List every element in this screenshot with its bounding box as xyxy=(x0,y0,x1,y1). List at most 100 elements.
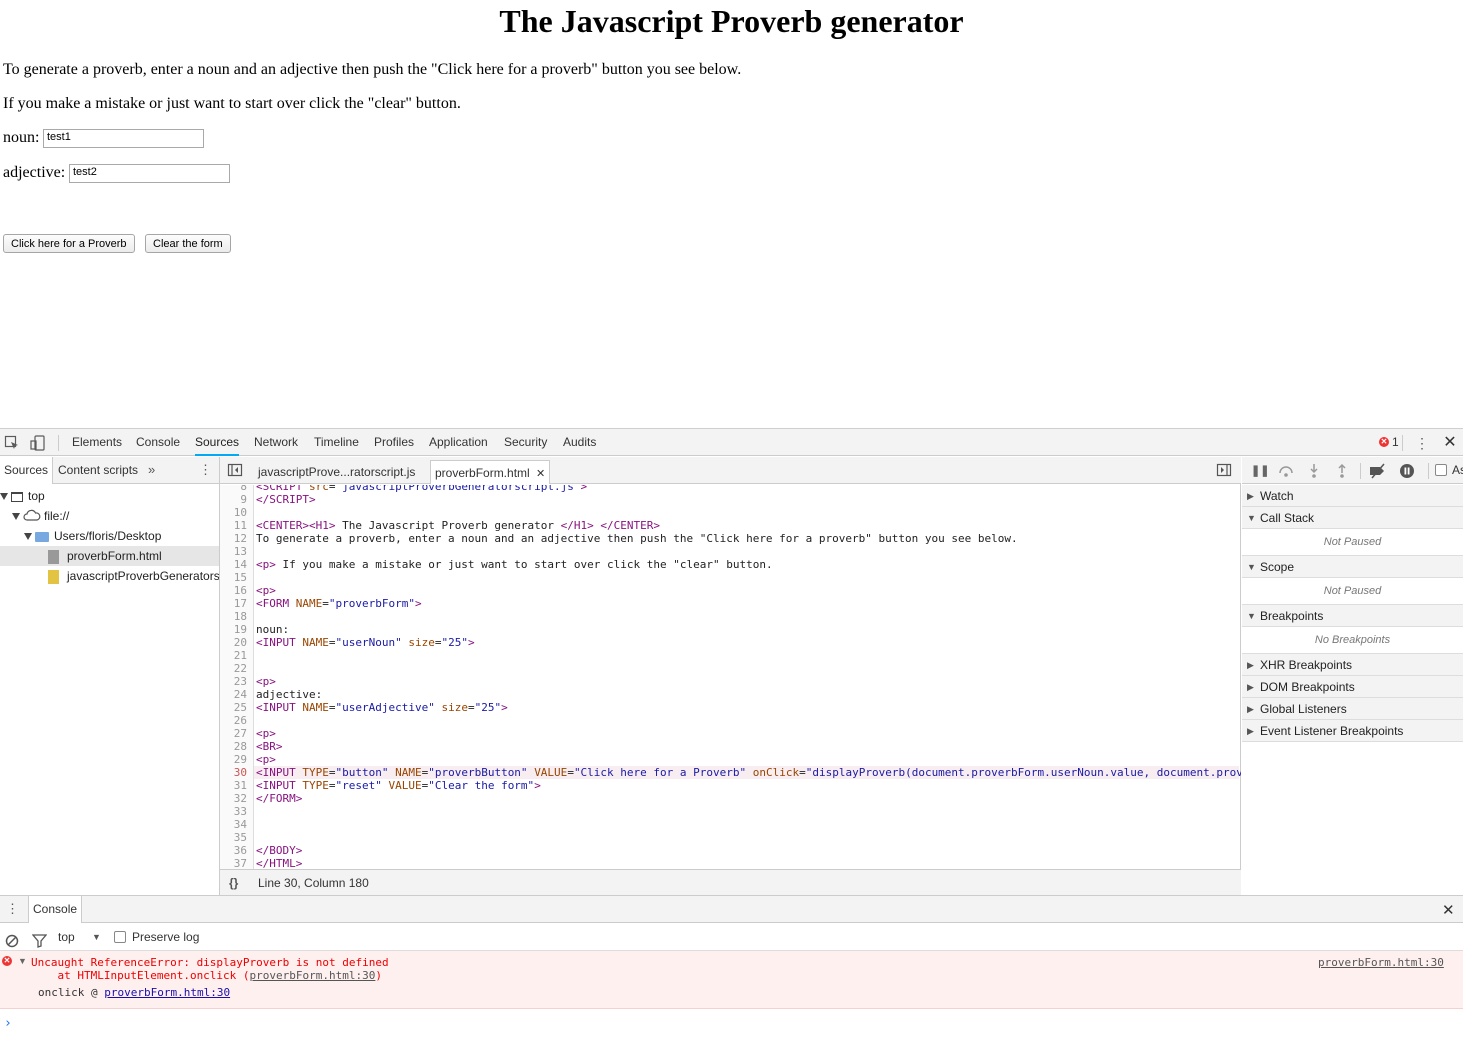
line-number[interactable]: 35 xyxy=(220,831,247,844)
line-number[interactable]: 10 xyxy=(220,506,247,519)
clear-button[interactable]: Clear the form xyxy=(145,234,231,253)
line-number[interactable]: 12 xyxy=(220,532,247,545)
line-number[interactable]: 13 xyxy=(220,545,247,558)
context-selector[interactable]: top xyxy=(58,923,75,951)
code-line: <p> xyxy=(256,584,276,597)
line-number[interactable]: 32 xyxy=(220,792,247,805)
expand-icon xyxy=(12,513,20,521)
device-mode-icon[interactable] xyxy=(30,435,46,451)
console-prompt-icon[interactable]: › xyxy=(4,1016,12,1031)
dom-breakpoints-pane-header[interactable]: ▶ DOM Breakpoints xyxy=(1242,676,1463,698)
line-number[interactable]: 27 xyxy=(220,727,247,740)
line-number[interactable]: 16 xyxy=(220,584,247,597)
line-number[interactable]: 24 xyxy=(220,688,247,701)
tree-item-script[interactable]: javascriptProverbGeneratorscript.js xyxy=(0,566,219,586)
call-stack-pane-header[interactable]: ▼ Call Stack xyxy=(1242,507,1463,529)
close-tab-icon[interactable]: ✕ xyxy=(536,468,545,480)
tab-console-drawer[interactable]: Console xyxy=(28,896,83,923)
tab-timeline[interactable]: Timeline xyxy=(314,429,359,456)
line-number[interactable]: 28 xyxy=(220,740,247,753)
code-view[interactable]: 8 9 10 11 12 13 14 15 16 17 18 19 20 21 22 23 24 25 26 27 28… xyxy=(220,485,1241,869)
line-number[interactable]: 14 xyxy=(220,558,247,571)
line-number[interactable]: 31 xyxy=(220,779,247,792)
error-counter[interactable]: ✕ 1 xyxy=(1379,435,1399,449)
line-number[interactable]: 34 xyxy=(220,818,247,831)
tree-item-origin[interactable]: file:// xyxy=(0,506,219,526)
dropdown-arrow-icon[interactable]: ▼ xyxy=(92,923,101,951)
toggle-navigator-icon[interactable] xyxy=(227,462,243,481)
source-editor: javascriptProve...ratorscript.js proverb… xyxy=(220,457,1241,895)
navigator-menu-icon[interactable]: ⋮ xyxy=(199,462,212,478)
event-listener-breakpoints-pane-header[interactable]: ▶ Event Listener Breakpoints xyxy=(1242,720,1463,742)
line-number[interactable]: 20 xyxy=(220,636,247,649)
pretty-print-icon[interactable]: {} xyxy=(229,870,238,896)
drawer-menu-icon[interactable]: ⋮ xyxy=(6,901,19,917)
line-number[interactable]: 15 xyxy=(220,571,247,584)
breakpoints-pane-header[interactable]: ▼ Breakpoints xyxy=(1242,605,1463,627)
deactivate-breakpoints-icon[interactable] xyxy=(1369,463,1385,479)
line-number[interactable]: 19 xyxy=(220,623,247,636)
tree-item-folder[interactable]: Users/floris/Desktop xyxy=(0,526,219,546)
step-out-icon[interactable] xyxy=(1334,463,1350,479)
close-drawer-icon[interactable]: ✕ xyxy=(1442,901,1455,919)
line-number[interactable]: 37 xyxy=(220,857,247,869)
line-number[interactable]: 33 xyxy=(220,805,247,818)
step-into-icon[interactable] xyxy=(1306,463,1322,479)
tab-security[interactable]: Security xyxy=(504,429,547,456)
line-number[interactable]: 26 xyxy=(220,714,247,727)
tab-network[interactable]: Network xyxy=(254,429,298,456)
line-number[interactable]: 21 xyxy=(220,649,247,662)
scope-pane-header[interactable]: ▼ Scope xyxy=(1242,556,1463,578)
line-number[interactable]: 25 xyxy=(220,701,247,714)
tab-sources[interactable]: Sources xyxy=(195,429,240,456)
more-tabs-icon[interactable]: » xyxy=(148,462,155,477)
tree-label: javascriptProverbGeneratorscript.js xyxy=(67,569,219,583)
line-number[interactable]: 36 xyxy=(220,844,247,857)
tree-item-proverbform[interactable]: proverbForm.html xyxy=(0,546,219,566)
tab-sources[interactable]: Sources xyxy=(0,457,54,484)
line-number[interactable]: 29 xyxy=(220,753,247,766)
line-number[interactable]: 18 xyxy=(220,610,247,623)
adjective-input[interactable]: test2 xyxy=(69,164,230,183)
line-number[interactable]: 9 xyxy=(220,493,247,506)
watch-pane-header[interactable]: ▶ Watch xyxy=(1242,485,1463,507)
error-source-link[interactable]: proverbForm.html:30 xyxy=(1318,956,1444,969)
tab-profiles[interactable]: Profiles xyxy=(374,429,414,456)
code-line: <p> xyxy=(256,753,276,766)
scope-status: Not Paused xyxy=(1242,578,1463,605)
close-devtools-icon[interactable]: ✕ xyxy=(1442,435,1458,451)
line-number[interactable]: 23 xyxy=(220,675,247,688)
tab-content-scripts[interactable]: Content scripts xyxy=(54,457,142,484)
editor-tab-script[interactable]: javascriptProve...ratorscript.js xyxy=(254,460,419,484)
toggle-debugger-icon[interactable] xyxy=(1216,462,1232,481)
tab-elements[interactable]: Elements xyxy=(72,429,122,456)
noun-input[interactable]: test1 xyxy=(43,129,204,148)
xhr-breakpoints-pane-header[interactable]: ▶ XHR Breakpoints xyxy=(1242,654,1463,676)
stack-source-link[interactable]: proverbForm.html:30 xyxy=(250,969,376,982)
inspect-element-icon[interactable] xyxy=(4,435,20,451)
drawer-tabs: ⋮ Console ✕ xyxy=(0,896,1463,923)
expanded-arrow-icon[interactable]: ▼ xyxy=(18,955,27,968)
preserve-log-checkbox[interactable] xyxy=(114,931,126,943)
line-number[interactable]: 17 xyxy=(220,597,247,610)
line-number[interactable]: 8 xyxy=(220,485,247,493)
step-over-icon[interactable] xyxy=(1278,463,1294,479)
pause-icon[interactable]: ❚❚ xyxy=(1251,463,1269,479)
tab-console[interactable]: Console xyxy=(136,429,180,456)
line-number[interactable]: 30 xyxy=(220,766,247,779)
line-number[interactable]: 22 xyxy=(220,662,247,675)
tab-audits[interactable]: Audits xyxy=(563,429,596,456)
async-checkbox[interactable] xyxy=(1435,464,1447,476)
stack-fn-text: onclick @ xyxy=(38,986,105,999)
pause-on-exceptions-icon[interactable] xyxy=(1399,463,1415,479)
instruction-text: If you make a mistake or just want to st… xyxy=(3,95,461,112)
stack-frame-link[interactable]: proverbForm.html:30 xyxy=(104,986,230,999)
proverb-button[interactable]: Click here for a Proverb xyxy=(3,234,135,253)
more-options-icon[interactable]: ⋮ xyxy=(1414,435,1430,451)
editor-tab-proverbform[interactable]: proverbForm.html ✕ xyxy=(430,460,551,484)
tab-application[interactable]: Application xyxy=(429,429,488,456)
tree-item-top[interactable]: top xyxy=(0,486,219,506)
line-number[interactable]: 11 xyxy=(220,519,247,532)
code-line: <BR> xyxy=(256,740,283,753)
global-listeners-pane-header[interactable]: ▶ Global Listeners xyxy=(1242,698,1463,720)
